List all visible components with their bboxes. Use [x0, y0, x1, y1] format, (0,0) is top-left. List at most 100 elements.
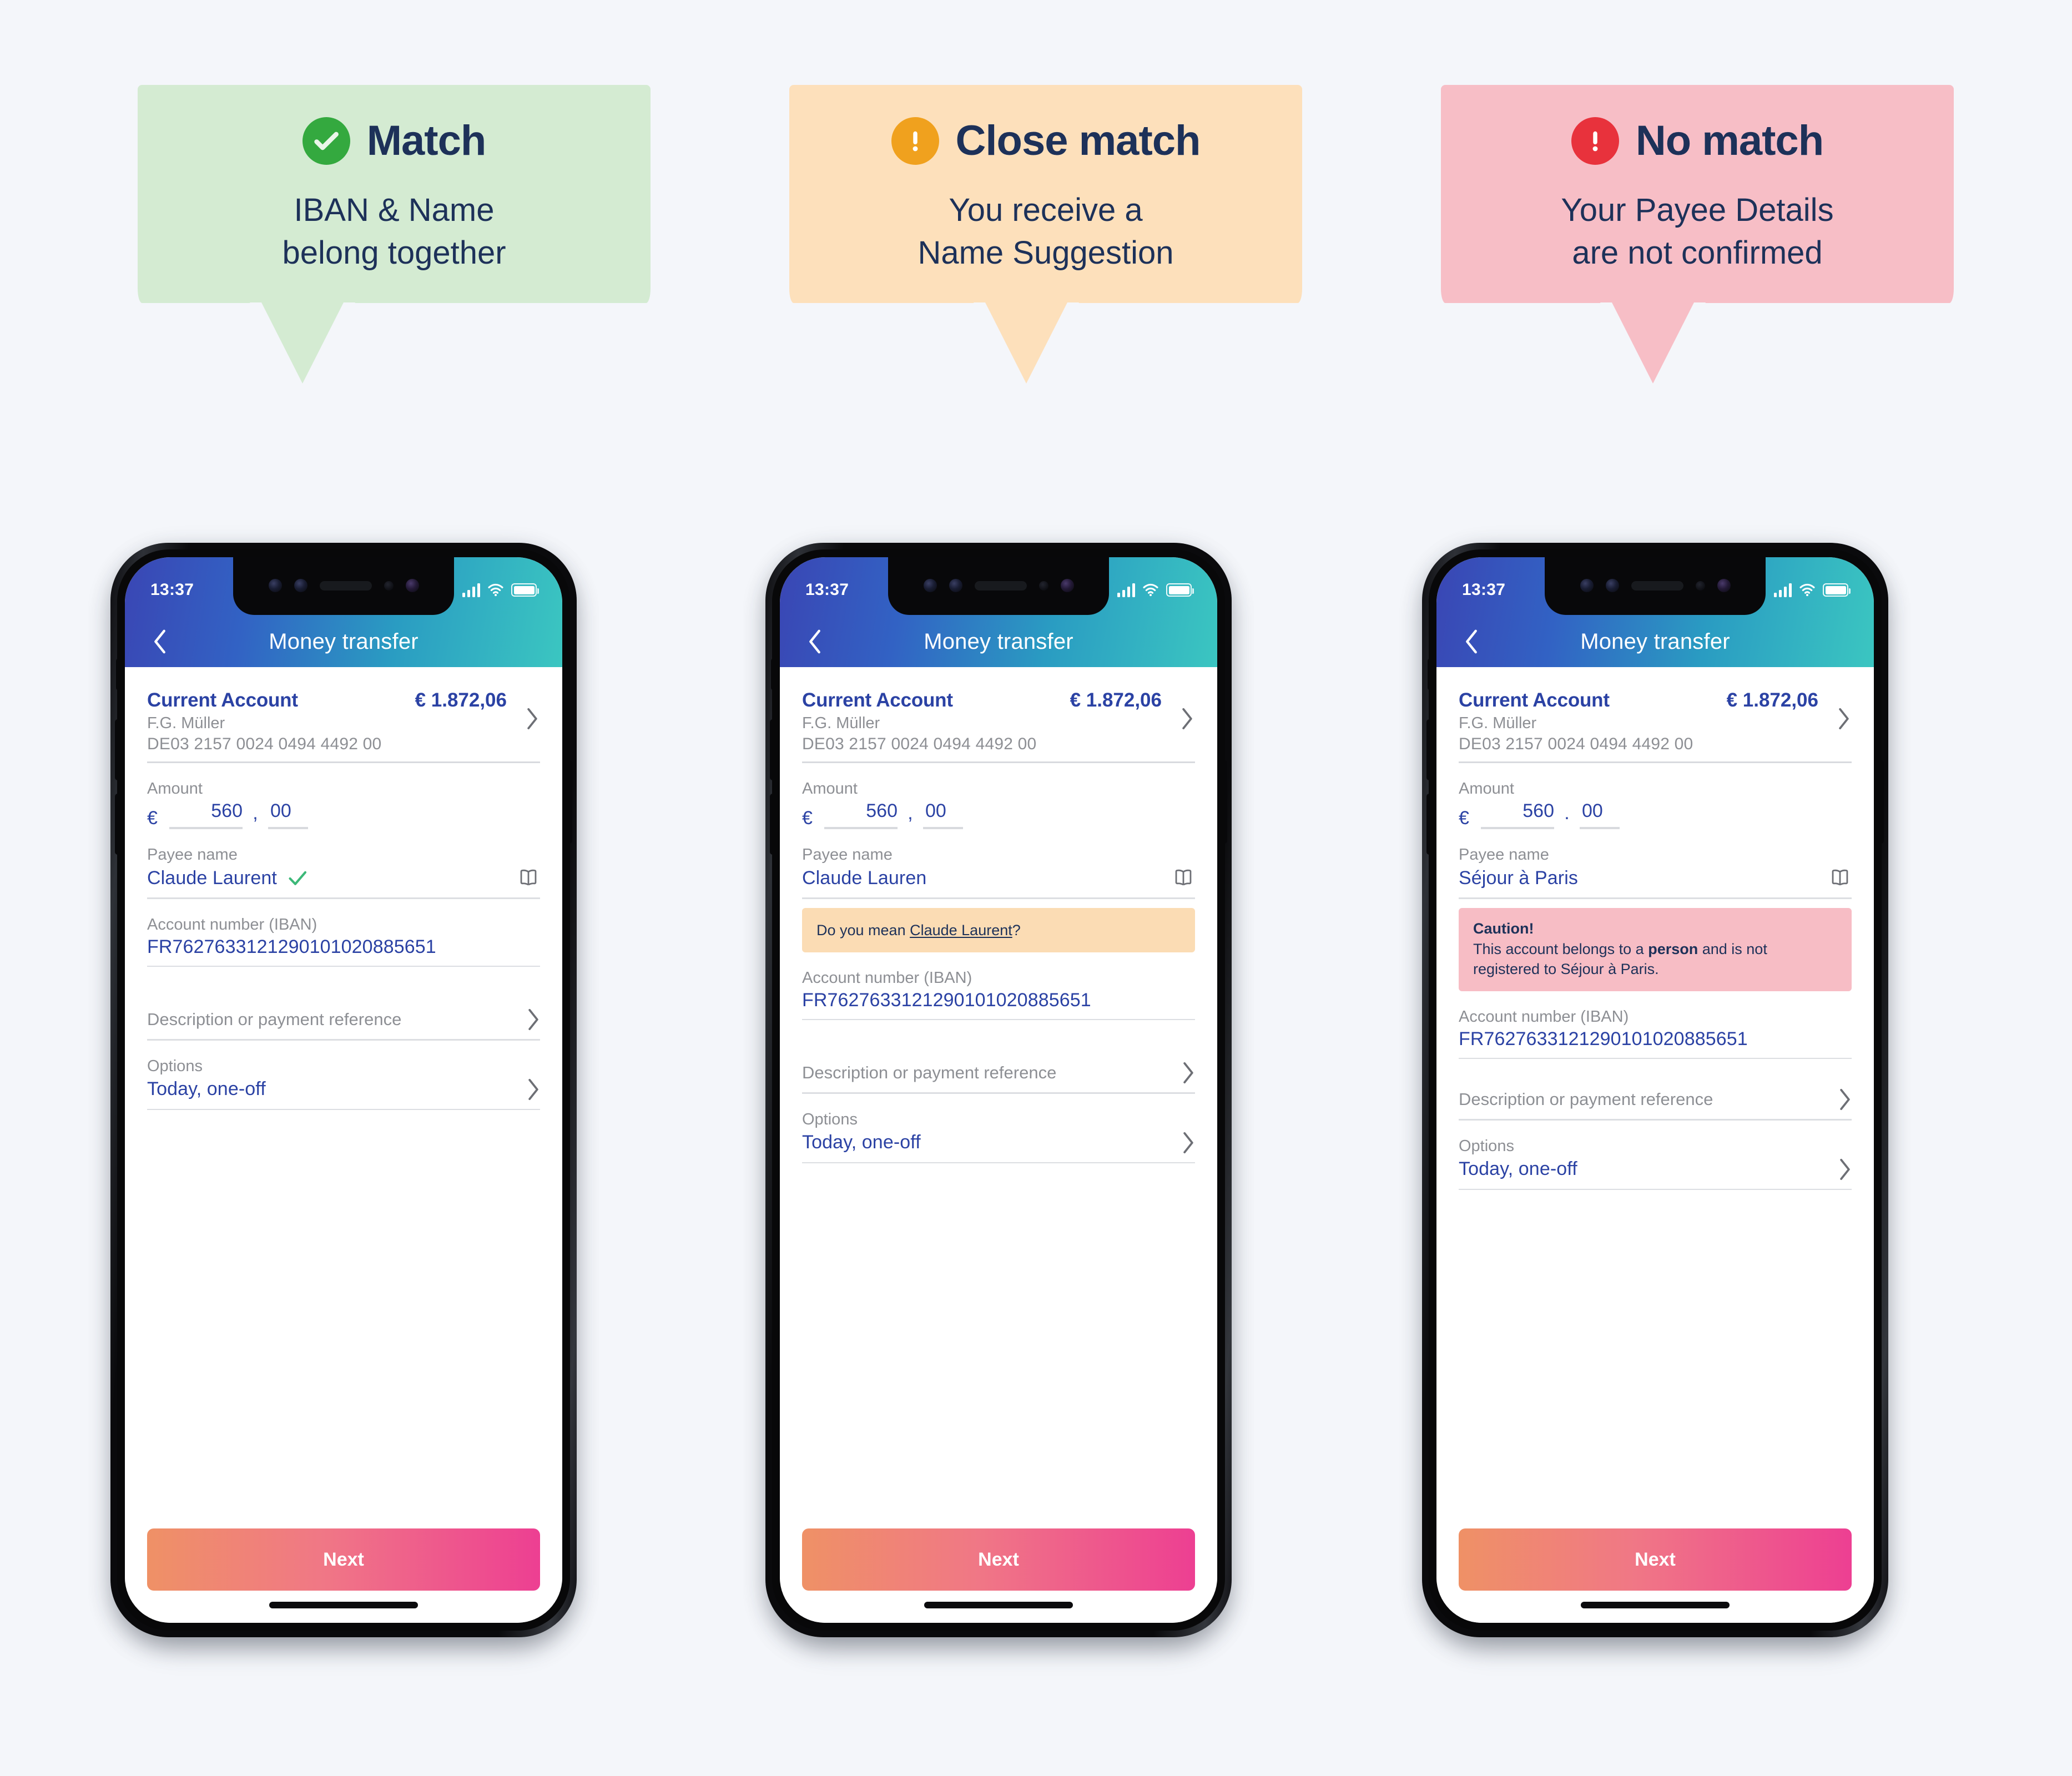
options-value: Today, one-off: [147, 1078, 266, 1099]
payee-name-value[interactable]: Claude Laurent: [147, 867, 277, 889]
front-camera-icon: [1605, 579, 1619, 592]
iban-value[interactable]: FR7627633121290101020885651: [1459, 1028, 1852, 1050]
transfer-form: Current Account € 1.872,06 F.G. Müller D…: [1436, 667, 1874, 1623]
amount-decimal-input[interactable]: 00: [1580, 800, 1620, 829]
open-book-icon[interactable]: [517, 866, 540, 890]
chevron-left-icon: [154, 629, 165, 654]
caution-body: This account belongs to a person and is …: [1473, 939, 1837, 979]
transfer-form: Current Account € 1.872,06 F.G. Müller D…: [125, 667, 562, 1623]
iban-field[interactable]: Account number (IBAN) FR7627633121290101…: [147, 916, 540, 967]
amount-label: Amount: [802, 780, 858, 798]
name-suggestion-text: Do you mean Claude Laurent?: [816, 920, 1181, 940]
description-field[interactable]: Description or payment reference: [147, 1008, 540, 1041]
divider: [1459, 1119, 1852, 1121]
amount-decimal-input[interactable]: 00: [923, 800, 963, 829]
transfer-form: Current Account € 1.872,06 F.G. Müller D…: [780, 667, 1217, 1623]
iban-value[interactable]: FR7627633121290101020885651: [147, 936, 540, 958]
back-button[interactable]: [147, 629, 173, 654]
callout-subtitle-line-1: IBAN & Name: [294, 192, 495, 228]
payee-name-field[interactable]: Payee name Claude Laurent: [147, 846, 540, 899]
caution-alert: Caution! This account belongs to a perso…: [1459, 907, 1852, 991]
options-field[interactable]: Options Today, one-off: [802, 1111, 1195, 1164]
divider: [147, 761, 540, 763]
account-holder: F.G. Müller: [1459, 714, 1537, 732]
account-balance: € 1.872,06: [415, 689, 507, 711]
phone-screen: 13:37 Money transfer Current Account € 1…: [125, 557, 562, 1623]
amount-decimal-input[interactable]: 00: [268, 800, 308, 829]
options-field[interactable]: Options Today, one-off: [147, 1057, 540, 1110]
payee-name-value[interactable]: Séjour à Paris: [1459, 867, 1578, 889]
iban-field[interactable]: Account number (IBAN) FR7627633121290101…: [802, 969, 1195, 1021]
amount-field[interactable]: Amount € 560 , 00: [147, 780, 540, 829]
amount-integer-input[interactable]: 560: [169, 800, 243, 829]
payee-name-field[interactable]: Payee name Séjour à Paris: [1459, 846, 1852, 899]
divider: [1459, 1188, 1852, 1190]
callout-title: Match: [366, 117, 487, 164]
page-root: Match IBAN & Name belong together Close …: [0, 0, 2072, 1776]
source-account-row[interactable]: Current Account € 1.872,06 F.G. Müller D…: [1459, 667, 1852, 754]
divider: [147, 1039, 540, 1041]
open-book-icon[interactable]: [1828, 866, 1852, 890]
home-indicator[interactable]: [1581, 1602, 1730, 1608]
amount-inputs: € 560 , 00: [147, 800, 540, 829]
next-button[interactable]: Next: [1459, 1528, 1852, 1591]
chevron-right-icon: [1183, 1062, 1193, 1084]
exclamation-circle-icon: [891, 117, 939, 165]
name-suggestion-alert[interactable]: Do you mean Claude Laurent?: [802, 907, 1195, 952]
phone-notch: [888, 557, 1109, 615]
chevron-right-icon: [528, 1078, 538, 1100]
chevron-right-icon: [1182, 708, 1192, 730]
earpiece-speaker-icon: [1631, 581, 1683, 591]
options-field[interactable]: Options Today, one-off: [1459, 1137, 1852, 1190]
phone-screen: 13:37 Money transfer Current Account € 1…: [1436, 557, 1874, 1623]
payee-name-value[interactable]: Claude Lauren: [802, 867, 926, 889]
status-icons: [1117, 583, 1194, 597]
iban-field[interactable]: Account number (IBAN) FR7627633121290101…: [1459, 1008, 1852, 1059]
phone-frame: 13:37 Money transfer Current Account € 1…: [765, 543, 1232, 1637]
suggested-name-link[interactable]: Claude Laurent: [910, 922, 1012, 939]
account-balance: € 1.872,06: [1726, 689, 1818, 711]
payee-name-field[interactable]: Payee name Claude Lauren: [802, 846, 1195, 899]
next-button[interactable]: Next: [802, 1528, 1195, 1591]
amount-integer-input[interactable]: 560: [1481, 800, 1554, 829]
divider: [1459, 761, 1852, 763]
amount-inputs: € 560 , 00: [802, 800, 1195, 829]
phone-frame: 13:37 Money transfer Current Account € 1…: [1422, 543, 1888, 1637]
account-holder: F.G. Müller: [147, 714, 225, 732]
source-account-row[interactable]: Current Account € 1.872,06 F.G. Müller D…: [147, 667, 540, 754]
back-button[interactable]: [802, 629, 828, 654]
caution-body-emphasis: person: [1648, 940, 1698, 957]
open-book-icon[interactable]: [1172, 866, 1195, 890]
amount-field[interactable]: Amount € 560 . 00: [1459, 780, 1852, 829]
callout-panel: No match Your Payee Details are not conf…: [1431, 75, 1964, 304]
check-icon: [289, 871, 306, 885]
description-field[interactable]: Description or payment reference: [802, 1061, 1195, 1094]
home-indicator[interactable]: [924, 1602, 1073, 1608]
description-placeholder: Description or payment reference: [147, 1010, 402, 1029]
battery-full-icon: [1823, 583, 1851, 597]
currency-symbol: €: [147, 808, 158, 829]
iban-label: Account number (IBAN): [147, 915, 317, 934]
options-value: Today, one-off: [1459, 1158, 1577, 1180]
exclamation-circle-icon: [1571, 117, 1619, 165]
callout-panel: Match IBAN & Name belong together: [128, 75, 661, 304]
source-account-row[interactable]: Current Account € 1.872,06 F.G. Müller D…: [802, 667, 1195, 754]
account-name: Current Account: [147, 689, 298, 711]
description-placeholder: Description or payment reference: [1459, 1089, 1713, 1109]
suggestion-suffix: ?: [1012, 921, 1021, 939]
amount-field[interactable]: Amount € 560 , 00: [802, 780, 1195, 829]
home-indicator[interactable]: [269, 1602, 418, 1608]
next-button[interactable]: Next: [147, 1528, 540, 1591]
options-label: Options: [147, 1057, 203, 1075]
iban-label: Account number (IBAN): [1459, 1007, 1629, 1026]
amount-integer-input[interactable]: 560: [824, 800, 898, 829]
iban-label: Account number (IBAN): [802, 968, 972, 987]
back-button[interactable]: [1459, 629, 1484, 654]
description-field[interactable]: Description or payment reference: [1459, 1088, 1852, 1121]
iban-value[interactable]: FR7627633121290101020885651: [802, 990, 1195, 1011]
options-label: Options: [802, 1110, 858, 1128]
chevron-right-icon: [527, 708, 537, 730]
callout-tail: [1431, 302, 1964, 396]
payee-name-label: Payee name: [802, 846, 893, 864]
account-holder: F.G. Müller: [802, 714, 880, 732]
